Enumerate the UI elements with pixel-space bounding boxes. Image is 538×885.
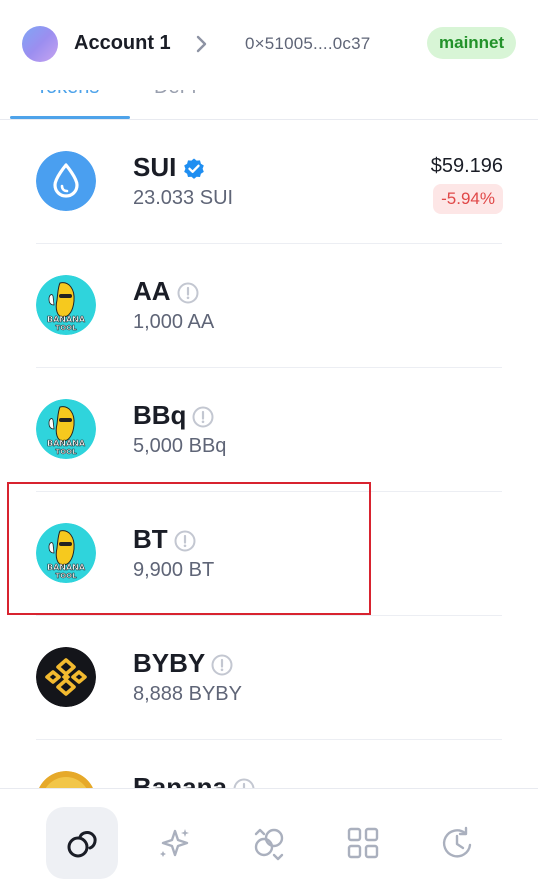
- price-change-badge: -5.94%: [433, 184, 503, 214]
- svg-text:TOOL: TOOL: [55, 324, 77, 332]
- token-name: BBq: [133, 400, 214, 431]
- info-alert-icon[interactable]: [192, 406, 214, 428]
- token-row-aa[interactable]: BANANA TOOL AA 1,000 AA: [0, 244, 538, 368]
- svg-text:BANANA: BANANA: [47, 315, 86, 324]
- token-list: SUI 23.033 SUI $59.196 -5.94% BANANA TOO…: [0, 120, 538, 864]
- banana-tool-logo-icon: BANANA TOOL: [36, 523, 96, 583]
- info-alert-icon[interactable]: [177, 282, 199, 304]
- chevron-right-icon[interactable]: [194, 33, 210, 55]
- bnb-logo-icon: [36, 647, 96, 707]
- nav-swap-button[interactable]: [233, 807, 305, 879]
- token-name: AA: [133, 276, 199, 307]
- bottom-nav: [0, 788, 538, 885]
- banana-tool-logo-icon: BANANA TOOL: [36, 399, 96, 459]
- token-row-bbq[interactable]: BANANA TOOL BBq 5,000 BBq: [0, 368, 538, 492]
- token-name: BT: [133, 524, 196, 555]
- home-icon: [67, 831, 97, 858]
- info-alert-icon[interactable]: [211, 654, 233, 676]
- svg-text:BANANA: BANANA: [47, 439, 86, 448]
- nav-home-button[interactable]: [46, 807, 118, 879]
- nav-discover-button[interactable]: [139, 807, 211, 879]
- apps-grid-icon: [347, 827, 379, 859]
- nav-history-button[interactable]: [421, 807, 493, 879]
- account-header: Account 1 0×51005....0c37 mainnet: [0, 0, 538, 90]
- avatar[interactable]: [22, 26, 58, 62]
- token-name-text: BYBY: [133, 648, 206, 678]
- svg-text:TOOL: TOOL: [55, 572, 77, 580]
- token-balance: 9,900 BT: [133, 559, 215, 581]
- svg-text:TOOL: TOOL: [55, 448, 77, 456]
- token-name-text: BT: [133, 524, 168, 554]
- info-alert-icon[interactable]: [174, 530, 196, 552]
- token-balance: 8,888 BYBY: [133, 683, 242, 705]
- swap-icon: [254, 828, 284, 861]
- token-balance: 1,000 AA: [133, 311, 215, 333]
- token-row-byby[interactable]: BYBY 8,888 BYBY: [0, 616, 538, 740]
- banana-tool-logo-icon: BANANA TOOL: [36, 275, 96, 335]
- svg-text:BANANA: BANANA: [47, 563, 86, 572]
- token-name-text: BBq: [133, 400, 187, 430]
- token-balance: 23.033 SUI: [133, 187, 234, 209]
- active-tab-indicator: [10, 116, 130, 119]
- nav-apps-button[interactable]: [327, 807, 399, 879]
- account-name[interactable]: Account 1: [74, 32, 171, 55]
- token-row-bt[interactable]: BANANA TOOL BT 9,900 BT: [0, 492, 538, 616]
- sparkle-icon: [160, 829, 189, 857]
- network-badge[interactable]: mainnet: [427, 27, 517, 59]
- token-name: BYBY: [133, 648, 233, 679]
- token-name-text: SUI: [133, 152, 177, 182]
- token-name-text: AA: [133, 276, 171, 306]
- token-balance: 5,000 BBq: [133, 435, 227, 457]
- token-name: SUI: [133, 152, 206, 183]
- token-row-sui[interactable]: SUI 23.033 SUI $59.196 -5.94%: [0, 120, 538, 244]
- wallet-address[interactable]: 0×51005....0c37: [245, 34, 370, 54]
- sui-logo-icon: [36, 151, 96, 211]
- history-icon: [442, 826, 472, 858]
- token-usd-value: $59.196: [430, 155, 503, 177]
- verified-badge-icon: [184, 158, 205, 180]
